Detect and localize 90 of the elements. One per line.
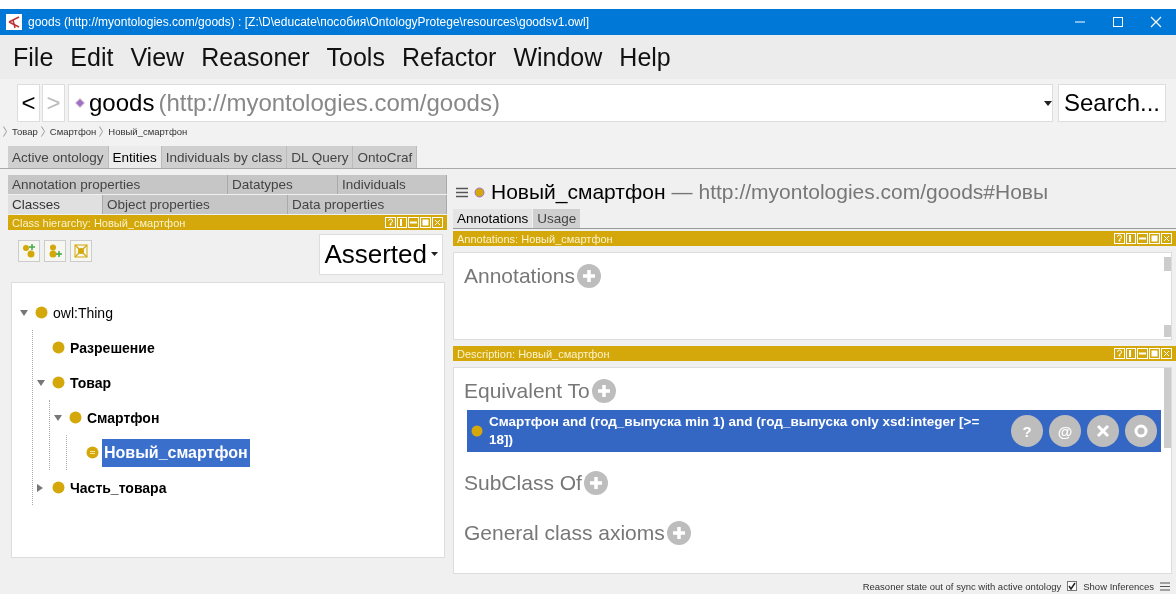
menu-item[interactable]: Reasoner	[200, 42, 311, 72]
ontology-selector[interactable]: goods (http://myontologies.com/goods)	[68, 84, 1053, 122]
search-button[interactable]: Search...	[1057, 84, 1166, 122]
view-title: Description: Новый_смартфон	[457, 347, 610, 360]
menu-item[interactable]: Help	[618, 42, 672, 72]
ontology-icon	[75, 98, 85, 108]
breadcrumb-item[interactable]: Товар	[10, 125, 38, 137]
delete-axiom-button[interactable]	[1087, 415, 1119, 448]
axiom-row[interactable]: Смартфон and (год_выпуска min 1) and (год_выпуска only xsd:integer [>= 18]) ? @	[467, 410, 1161, 453]
dropdown-arrow-icon	[431, 252, 438, 256]
menu-item[interactable]: Window	[512, 42, 604, 72]
add-icon[interactable]	[591, 379, 616, 403]
delete-class-button[interactable]	[70, 240, 92, 262]
tree-node[interactable]: Часть_товара	[68, 474, 169, 501]
title-separator: —	[671, 180, 693, 204]
tree-node[interactable]: owl:Thing	[51, 299, 115, 326]
crossed-class-icon	[74, 244, 88, 258]
menu-icon[interactable]	[456, 186, 468, 198]
scrollbar-thumb[interactable]	[1164, 325, 1171, 337]
tab[interactable]: OntoCraf	[353, 146, 418, 168]
entity-tab[interactable]: Datatypes	[228, 175, 338, 194]
menu-item[interactable]: Tools	[325, 42, 386, 72]
dropdown-arrow-icon	[1043, 100, 1052, 106]
close-icon	[1096, 424, 1110, 439]
view-controls-icon[interactable]	[1114, 233, 1172, 244]
tree-node[interactable]: Новый_смартфон	[102, 438, 250, 467]
entity-tab[interactable]: Data properties	[288, 195, 447, 214]
tab[interactable]: Entities	[108, 146, 162, 168]
class-icon	[471, 425, 483, 438]
tree-node[interactable]: Смартфон	[85, 404, 162, 431]
entity-tab[interactable]: Object properties	[103, 195, 288, 214]
view-tab[interactable]: Annotations	[453, 209, 533, 228]
back-button[interactable]: <	[17, 84, 40, 122]
chevron-icon	[3, 125, 7, 137]
ontology-name: goods	[89, 89, 155, 117]
add-sibling-button[interactable]	[44, 240, 66, 262]
class-icon	[474, 186, 485, 198]
entity-name: Новый_смартфон	[491, 180, 666, 204]
maximize-icon[interactable]	[1112, 16, 1124, 28]
entity-tab[interactable]: Annotation properties	[8, 175, 228, 194]
tab[interactable]: Individuals by class	[161, 146, 288, 168]
ontology-iri: (http://myontologies.com/goods)	[158, 89, 501, 117]
expanded-arrow-icon[interactable]	[54, 414, 62, 421]
view-title: Class hierarchy: Новый_смартфон	[12, 216, 186, 229]
axiom-text: Смартфон and (год_выпуска min 1) and (год_выпуска only xsd:integer [>= 18])	[489, 413, 981, 450]
section-title: Annotations	[464, 264, 575, 288]
collapsed-arrow-icon[interactable]	[37, 483, 43, 492]
chevron-icon	[99, 125, 104, 137]
view-tab[interactable]: Usage	[533, 209, 581, 228]
add-subclass-button[interactable]	[18, 240, 40, 262]
hierarchy-mode-dropdown[interactable]: Asserted	[319, 233, 443, 275]
entity-iri: http://myontologies.com/goods#Новы	[698, 180, 1049, 204]
menu-item[interactable]: File	[12, 42, 55, 72]
check-icon	[1068, 582, 1077, 590]
tab[interactable]: DL Query	[287, 146, 354, 168]
window-title: goods (http://myontologies.com/goods) : [Z:\D\educate\пособия\OntologyProtege\resources\goodsv1.owl]	[28, 15, 590, 29]
show-inferences-checkbox[interactable]	[1067, 581, 1078, 591]
view-controls-icon[interactable]	[385, 217, 443, 228]
menu-item[interactable]: View	[129, 42, 186, 72]
entity-tab[interactable]: Classes	[8, 195, 103, 214]
section-title: General class axioms	[464, 521, 665, 546]
scrollbar-thumb[interactable]	[1164, 257, 1171, 271]
class-add-icon	[48, 244, 62, 258]
edit-axiom-button[interactable]	[1125, 415, 1157, 448]
ring-icon	[1134, 424, 1148, 439]
list-icon[interactable]	[1160, 581, 1170, 591]
expanded-arrow-icon[interactable]	[20, 309, 28, 316]
breadcrumb-item[interactable]: Новый_смартфон	[106, 125, 188, 137]
view-title: Annotations: Новый_смартфон	[457, 232, 613, 245]
section-title: Equivalent To	[464, 379, 590, 403]
class-tree-add-icon	[22, 244, 36, 258]
app-logo-icon	[6, 14, 22, 30]
section-title: SubClass Of	[464, 471, 582, 496]
view-controls-icon[interactable]	[1114, 348, 1172, 359]
add-icon[interactable]	[583, 471, 608, 496]
status-message: Reasoner state out of sync with active ontology	[862, 580, 1062, 592]
tab[interactable]: Active ontology	[8, 146, 109, 168]
close-icon[interactable]	[1150, 16, 1162, 28]
chevron-icon	[40, 125, 45, 137]
scrollbar-thumb[interactable]	[1164, 368, 1171, 448]
tree-node[interactable]: Товар	[68, 369, 113, 396]
tree-node[interactable]: Разрешение	[68, 334, 157, 361]
expanded-arrow-icon[interactable]	[37, 379, 45, 386]
entity-tab[interactable]: Individuals	[338, 175, 447, 194]
checkbox-label[interactable]: Show Inferences	[1083, 580, 1154, 592]
add-icon[interactable]	[666, 521, 691, 546]
menu-item[interactable]: Refactor	[400, 42, 498, 72]
add-icon[interactable]	[576, 264, 601, 288]
breadcrumb-item[interactable]: Смартфон	[47, 125, 97, 137]
menu-item[interactable]: Edit	[69, 42, 115, 72]
